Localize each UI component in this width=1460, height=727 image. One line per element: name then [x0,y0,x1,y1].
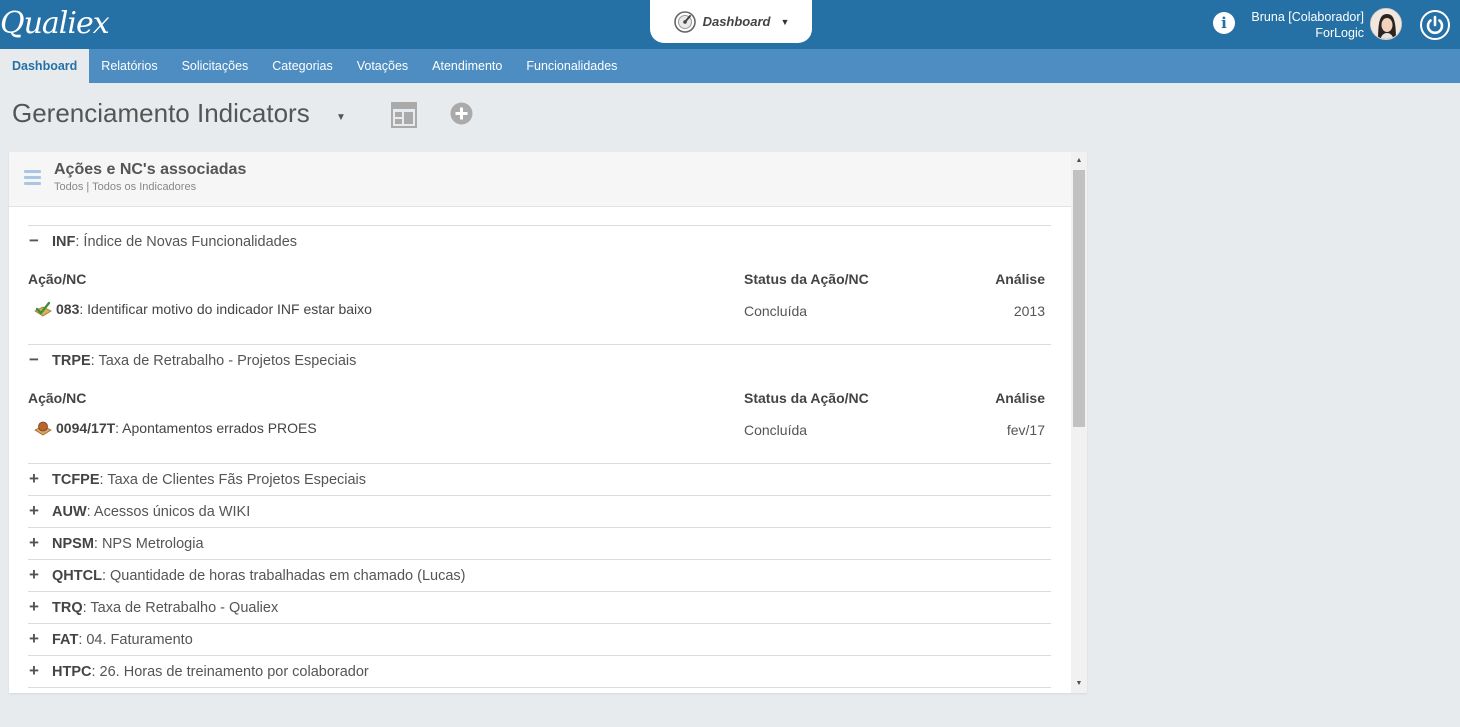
indicator-name: : Quantidade de horas trabalhadas em cha… [101,568,466,584]
column-header-action: Ação/NC [28,390,87,406]
indicator-code: TCFPE [52,472,100,488]
expand-icon[interactable]: + [28,470,40,488]
expand-icon[interactable]: + [28,502,40,520]
indicator-row-tcfpe[interactable]: + TCFPE: Taxa de Clientes Fãs Projetos E… [28,463,1051,495]
column-header-analysis: Análise [995,390,1045,406]
expand-icon[interactable]: + [28,566,40,584]
nc-icon [34,421,52,436]
indicator-row-qhtcl[interactable]: + QHTCL: Quantidade de horas trabalhadas… [28,559,1051,591]
action-status: Concluída [744,303,808,319]
nav-item-atendimento[interactable]: Atendimento [420,49,514,83]
indicator-code: TRPE [52,353,91,369]
scrollbar-thumb[interactable] [1073,170,1085,427]
indicator-code: QHTCL [52,568,102,584]
expand-icon[interactable]: + [28,598,40,616]
indicator-detail-trpe: Ação/NC Status da Ação/NC Análise 0094/1… [28,376,1051,463]
indicator-name: : Acessos únicos da WIKI [86,504,251,520]
indicator-row-auw[interactable]: + AUW: Acessos únicos da WIKI [28,495,1051,527]
main-nav: Dashboard Relatórios Solicitações Catego… [0,49,1460,83]
indicator-row-npsm[interactable]: + NPSM: NPS Metrologia [28,527,1051,559]
add-widget-icon[interactable] [450,102,473,125]
indicator-row-trpe[interactable]: − TRPE: Taxa de Retrabalho - Projetos Es… [28,344,1051,376]
info-icon[interactable]: i [1213,12,1235,34]
top-bar: Qualiex Dashboard ▼ i Bruna [Colaborador… [0,0,1460,49]
column-header-analysis: Análise [995,271,1045,287]
gauge-icon [673,10,696,33]
indicator-code: INF [52,234,76,250]
nav-item-funcionalidades[interactable]: Funcionalidades [514,49,629,83]
widget-title: Ações e NC's associadas [54,161,247,178]
chevron-down-icon: ▼ [780,16,790,27]
action-link[interactable]: 083: Identificar motivo do indicador INF… [34,300,372,318]
expand-icon[interactable]: + [28,534,40,552]
actions-widget: Ações e NC's associadas Todos | Todos os… [9,152,1087,693]
indicator-name: : Taxa de Clientes Fãs Projetos Especiai… [99,472,367,488]
scroll-down-arrow-icon[interactable]: ▼ [1071,676,1087,692]
dashboard-selector-label: Dashboard [702,14,771,29]
avatar[interactable] [1370,8,1402,40]
indicator-row-htpc[interactable]: + HTPC: 26. Horas de treinamento por col… [28,655,1051,687]
action-analysis: fev/17 [1006,422,1045,438]
indicator-code: FAT [52,632,79,648]
indicator-detail-inf: Ação/NC Status da Ação/NC Análise 083: I… [28,257,1051,344]
column-header-action: Ação/NC [28,271,87,287]
qualiex-logo[interactable]: Qualiex [0,4,110,44]
collapse-icon[interactable]: − [28,232,40,250]
action-status: Concluída [744,422,808,438]
nav-item-votacoes[interactable]: Votações [345,49,420,83]
nav-item-categorias[interactable]: Categorias [260,49,344,83]
nav-item-relatorios[interactable]: Relatórios [89,49,169,83]
list-divider [28,687,1051,688]
indicator-row-fat[interactable]: + FAT: 04. Faturamento [28,623,1051,655]
page-title[interactable]: Gerenciamento Indicators [12,98,310,129]
power-icon[interactable] [1420,10,1450,40]
collapse-icon[interactable]: − [28,351,40,369]
action-analysis: 2013 [1013,303,1045,319]
scroll-up-arrow-icon[interactable]: ▲ [1071,153,1087,169]
action-description: : Identificar motivo do indicador INF es… [79,301,372,317]
expand-icon[interactable]: + [28,662,40,680]
nav-item-dashboard[interactable]: Dashboard [0,49,90,83]
indicator-code: NPSM [52,536,94,552]
avatar-image [1371,9,1401,39]
action-description: : Apontamentos errados PROES [115,420,317,436]
user-company: ForLogic [1315,26,1364,40]
indicator-name: : NPS Metrologia [93,536,204,552]
indicator-row-inf[interactable]: − INF: Índice de Novas Funcionalidades [28,225,1051,257]
indicator-name: : Taxa de Retrabalho - Qualiex [82,600,279,616]
hamburger-menu-icon[interactable] [24,170,41,186]
indicator-name: : Taxa de Retrabalho - Projetos Especiai… [90,353,357,369]
action-number: 0094/17T [56,420,116,436]
nav-item-solicitacoes[interactable]: Solicitações [170,49,261,83]
widget-header: Ações e NC's associadas Todos | Todos os… [9,152,1071,207]
dashboard-selector[interactable]: Dashboard ▼ [650,0,812,43]
chevron-down-icon[interactable]: ▼ [336,112,346,123]
action-completed-icon [34,301,52,317]
column-header-status: Status da Ação/NC [744,390,869,406]
indicator-code: AUW [52,504,87,520]
layout-icon[interactable] [391,102,417,128]
widget-scrollbar[interactable]: ▲ ▼ [1071,152,1087,693]
column-header-status: Status da Ação/NC [744,271,869,287]
action-link[interactable]: 0094/17T: Apontamentos errados PROES [34,419,317,437]
indicator-list: − INF: Índice de Novas Funcionalidades A… [28,225,1051,688]
indicator-name: : 04. Faturamento [78,632,193,648]
indicator-name: : Índice de Novas Funcionalidades [75,234,298,250]
user-info[interactable]: Bruna [Colaborador] ForLogic [1251,9,1364,41]
action-number: 083 [56,301,80,317]
indicator-code: HTPC [52,664,92,680]
indicator-row-trq[interactable]: + TRQ: Taxa de Retrabalho - Qualiex [28,591,1051,623]
widget-subtitle: Todos | Todos os Indicadores [54,181,197,193]
user-name: Bruna [Colaborador] [1251,10,1364,24]
indicator-name: : 26. Horas de treinamento por colaborad… [91,664,369,680]
expand-icon[interactable]: + [28,630,40,648]
indicator-code: TRQ [52,600,83,616]
